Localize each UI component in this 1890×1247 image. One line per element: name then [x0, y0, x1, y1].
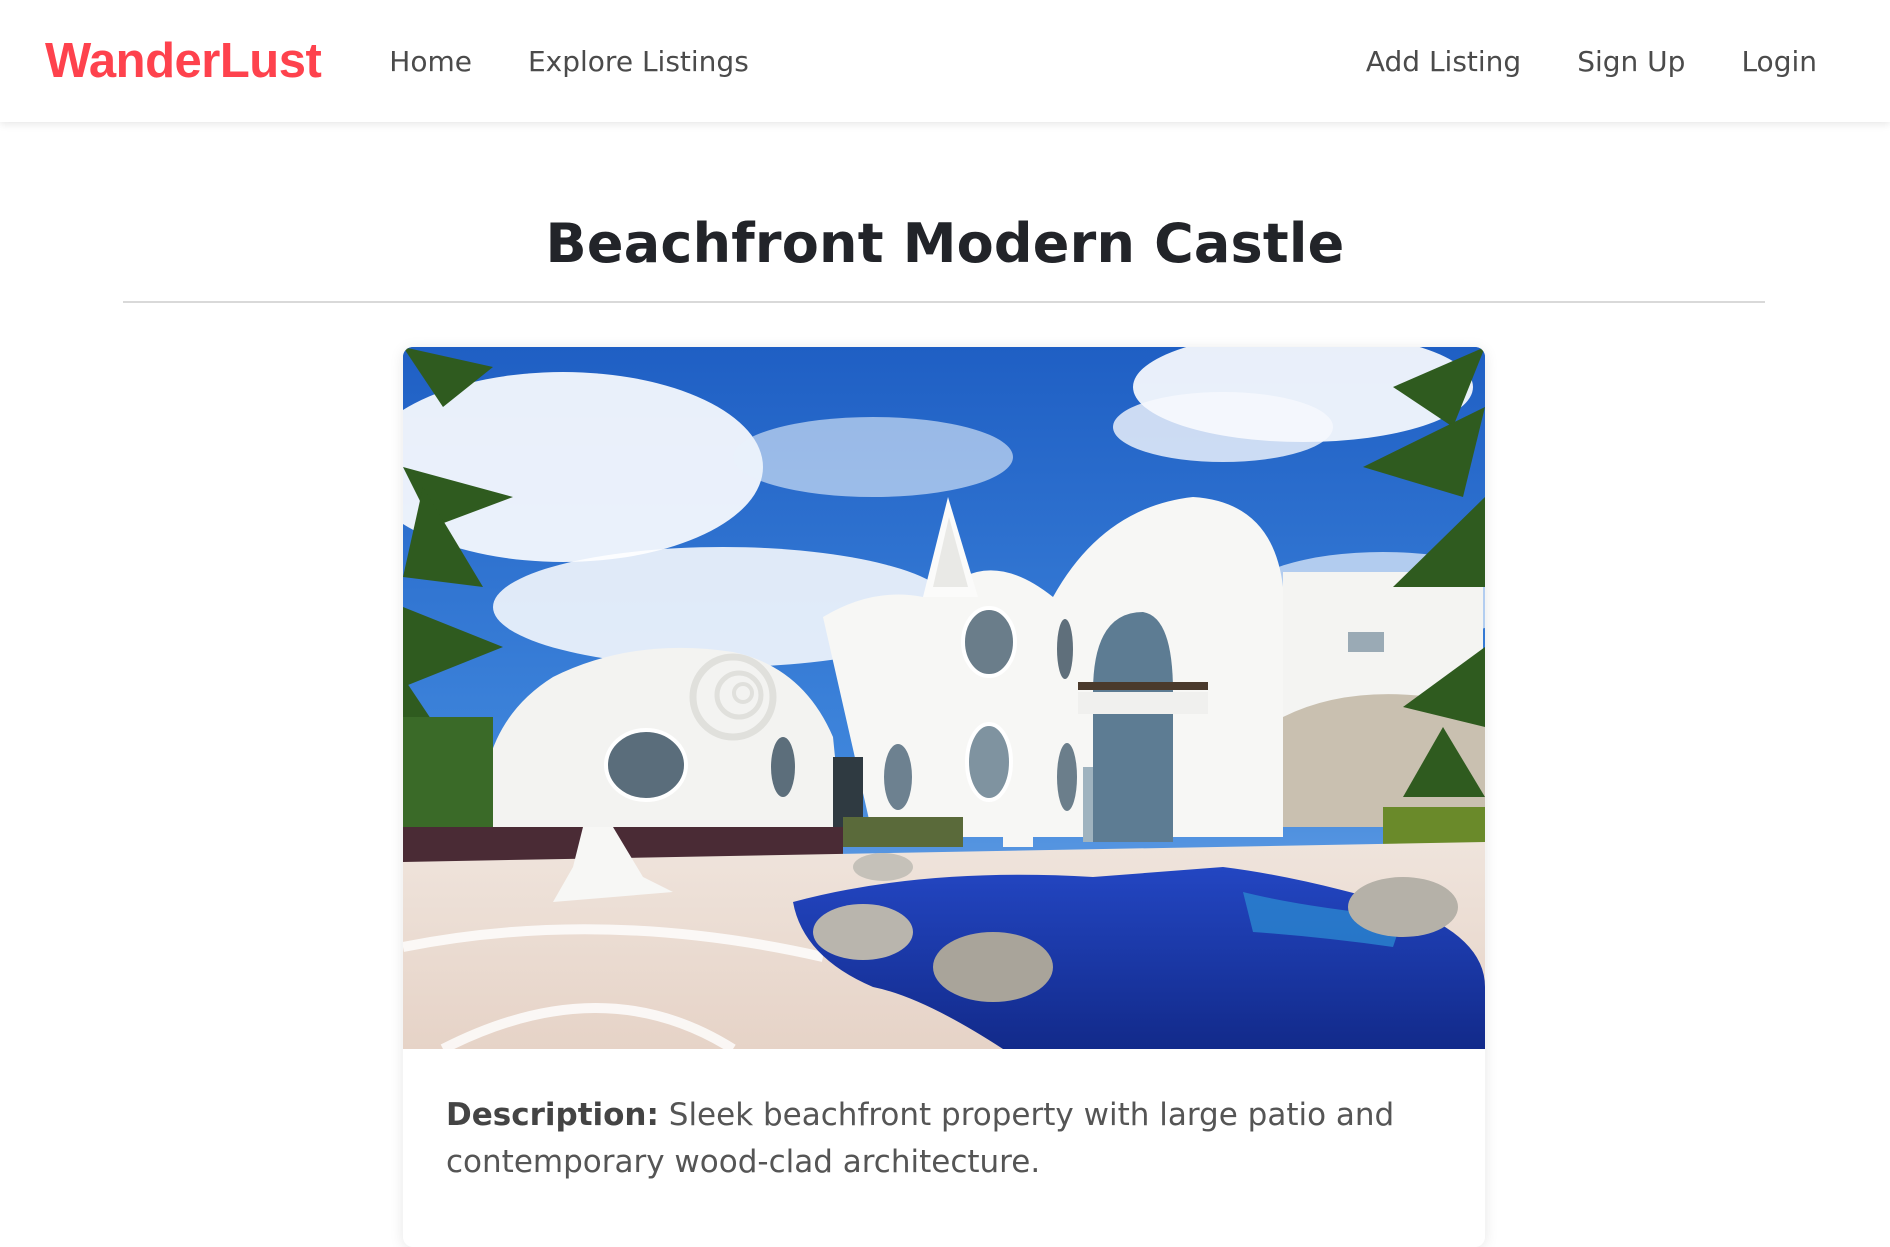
listing-card: Description: Sleek beachfront property w… — [403, 347, 1485, 1247]
page-title: Beachfront Modern Castle — [545, 212, 1345, 275]
title-divider — [123, 301, 1765, 303]
nav-link-add-listing[interactable]: Add Listing — [1338, 45, 1549, 78]
listing-page: Beachfront Modern Castle Description: Sl… — [0, 122, 1890, 1247]
listing-image — [403, 347, 1485, 1049]
brand-logo-link[interactable]: WanderLust — [45, 33, 322, 89]
nav-link-login[interactable]: Login — [1713, 45, 1845, 78]
listing-description: Description: Sleek beachfront property w… — [446, 1092, 1446, 1186]
nav-link-home[interactable]: Home — [361, 45, 500, 78]
nav-link-sign-up[interactable]: Sign Up — [1549, 45, 1713, 78]
nav-link-explore-listings[interactable]: Explore Listings — [500, 45, 777, 78]
description-label: Description: — [446, 1097, 659, 1133]
navbar: WanderLust Home Explore Listings Add Lis… — [0, 0, 1890, 122]
